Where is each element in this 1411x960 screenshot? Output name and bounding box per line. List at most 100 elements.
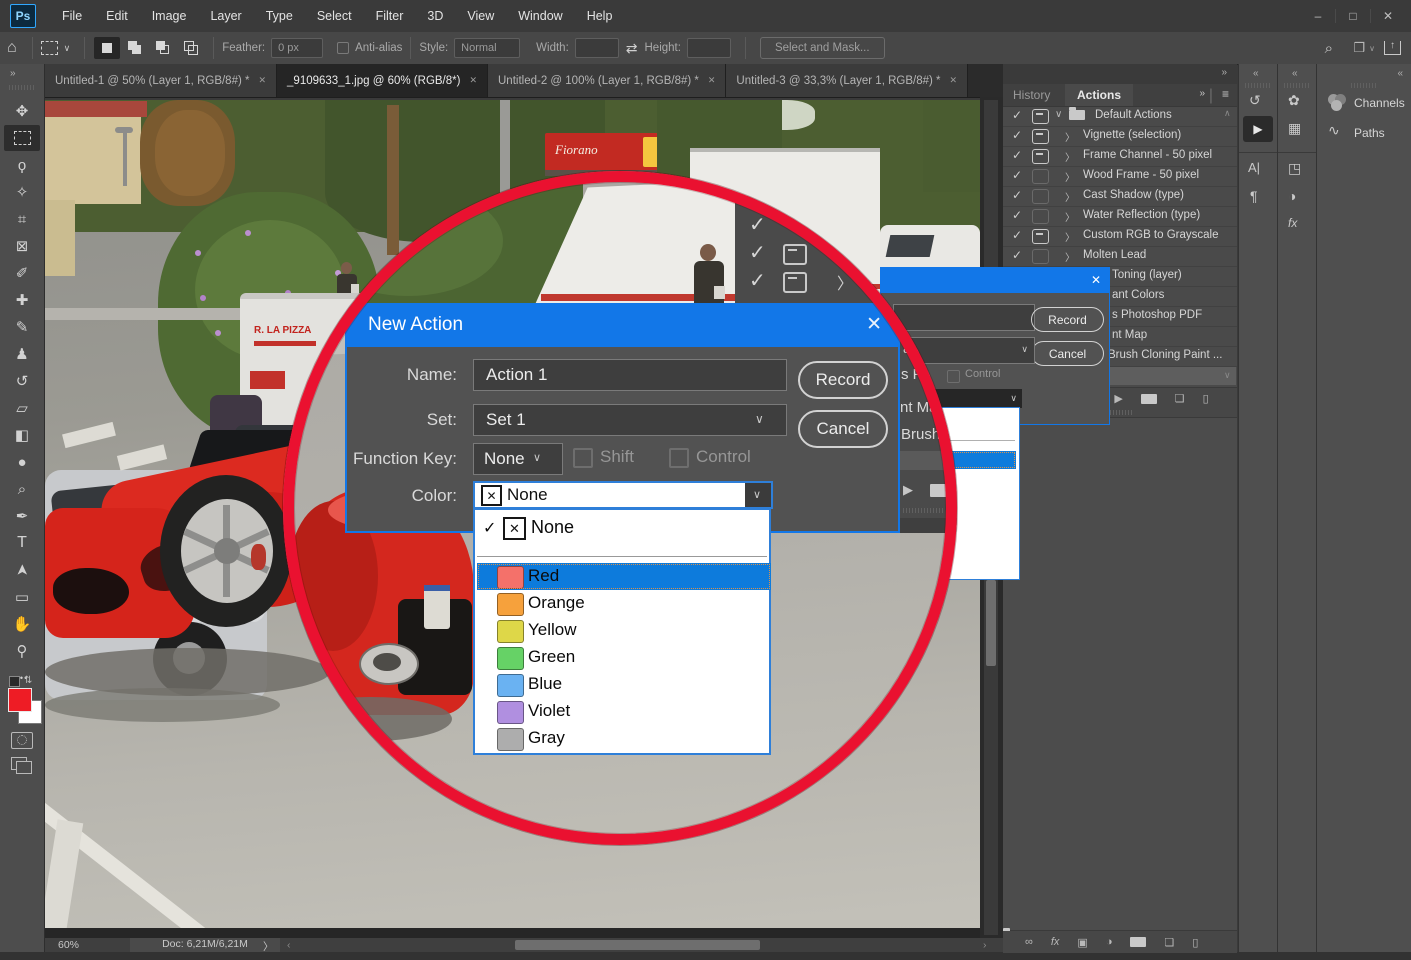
healing-brush-tool[interactable]: ✚ xyxy=(4,287,40,313)
panel-menu-arrows-icon[interactable]: » xyxy=(1199,88,1205,99)
tab-untitled-2[interactable]: Untitled-2 @ 100% (Layer 1, RGB/8#) *✕ xyxy=(488,64,726,97)
shape-tool[interactable]: ▭ xyxy=(4,584,40,610)
foreground-color-swatch[interactable] xyxy=(8,688,32,712)
check-icon[interactable]: ✓ xyxy=(1012,188,1022,202)
layer-mask-icon[interactable]: ▣ xyxy=(1077,936,1087,949)
chevron-right-icon[interactable]: 〉 xyxy=(1065,229,1075,244)
shift-checkbox[interactable] xyxy=(573,448,593,468)
delete-icon[interactable]: ▯ xyxy=(1203,392,1209,405)
action-row[interactable]: ✓ 〉 Frame Channel - 50 pixel xyxy=(1003,146,1237,167)
adjustment-icon[interactable]: ◑ xyxy=(1106,936,1113,948)
menu-window[interactable]: Window xyxy=(506,0,574,32)
tab-close-icon[interactable]: ✕ xyxy=(469,75,477,86)
adjustments-panel-icon[interactable]: ◑ xyxy=(1288,188,1296,204)
tab-9109633[interactable]: _9109633_1.jpg @ 60% (RGB/8*)✕ xyxy=(277,64,488,97)
tab-actions[interactable]: Actions xyxy=(1065,84,1133,106)
check-icon[interactable]: ✓ xyxy=(1012,168,1022,182)
tab-close-icon[interactable]: ✕ xyxy=(258,75,266,86)
check-icon[interactable]: ✓ xyxy=(1012,128,1022,142)
dialog-toggle-icon[interactable] xyxy=(1032,109,1049,124)
menu-type[interactable]: Type xyxy=(254,0,305,32)
rectangular-marquee-tool[interactable] xyxy=(4,125,40,151)
antialias-checkbox[interactable] xyxy=(337,42,349,54)
function-key-select[interactable]: None xyxy=(473,443,563,475)
chevron-right-icon[interactable]: 〉 xyxy=(1065,149,1075,164)
path-selection-tool[interactable]: ➤ xyxy=(9,552,35,588)
subtract-selection-mode[interactable] xyxy=(150,37,176,59)
action-row[interactable]: ✓ 〉 Water Reflection (type) xyxy=(1003,206,1237,227)
color-option-yellow[interactable]: Yellow xyxy=(477,617,771,644)
action-row[interactable]: ✓ ∨ Default Actions xyxy=(1003,106,1237,127)
toolbar-collapse-icon[interactable]: » xyxy=(10,68,16,79)
color-option-blue[interactable]: Blue xyxy=(477,671,771,698)
new-set-folder-icon[interactable] xyxy=(1141,394,1157,404)
dialog-toggle-icon[interactable] xyxy=(1032,129,1049,144)
width-input[interactable] xyxy=(575,38,619,58)
gradient-tool[interactable]: ◧ xyxy=(4,422,40,448)
quick-selection-tool[interactable]: ✧ xyxy=(4,179,40,205)
color-option-orange[interactable]: Orange xyxy=(477,590,771,617)
mag-dialog-close-icon[interactable]: ✕ xyxy=(866,313,882,336)
menu-select[interactable]: Select xyxy=(305,0,364,32)
zoom-level[interactable]: 60% xyxy=(58,939,79,951)
dialog-toggle-icon[interactable] xyxy=(1032,229,1049,244)
chevron-down-icon[interactable]: ∨ xyxy=(1055,109,1062,120)
eyedropper-tool[interactable]: ✐ xyxy=(4,260,40,286)
trash-icon[interactable]: ▯ xyxy=(1192,936,1198,949)
search-icon[interactable]: ⌕ xyxy=(1325,40,1333,57)
tab-history[interactable]: History xyxy=(1013,84,1050,106)
dialog-toggle-icon[interactable] xyxy=(1032,149,1049,164)
panel-menu-icon[interactable]: ≡ xyxy=(1222,87,1229,101)
tool-preset-chevron-icon[interactable]: ∨ xyxy=(64,43,71,54)
select-and-mask-button[interactable]: Select and Mask... xyxy=(760,37,885,59)
dialog-toggle-icon[interactable] xyxy=(1032,209,1049,224)
history-brush-tool[interactable]: ↺ xyxy=(4,368,40,394)
name-field[interactable]: Action 1 xyxy=(473,359,787,391)
history-panel-icon[interactable]: ↺ xyxy=(1249,92,1261,109)
link-icon[interactable]: ∞ xyxy=(1025,936,1033,948)
check-icon[interactable]: ✓ xyxy=(1012,248,1022,262)
style-select[interactable]: Normal xyxy=(454,38,520,58)
check-icon[interactable]: ✓ xyxy=(1012,208,1022,222)
tab-close-icon[interactable]: ✕ xyxy=(950,75,958,86)
screen-mode-icon[interactable] xyxy=(11,757,27,770)
action-row[interactable]: ✓ 〉 Molten Lead xyxy=(1003,246,1237,267)
chevron-right-icon[interactable]: 〉 xyxy=(1065,129,1075,144)
paragraph-panel-icon[interactable]: ¶ xyxy=(1250,188,1258,204)
record-button[interactable]: Record xyxy=(798,361,888,399)
zoom-tool[interactable]: ⚲ xyxy=(4,638,40,664)
chevron-right-icon[interactable]: 〉 xyxy=(1065,249,1075,264)
minimize-icon[interactable]: – xyxy=(1301,9,1335,23)
mag-color-dropdown-list[interactable]: ✓ ✕ None Red Orange Yellow Green xyxy=(473,508,771,755)
menu-edit[interactable]: Edit xyxy=(94,0,140,32)
menu-3d[interactable]: 3D xyxy=(415,0,455,32)
libraries-panel-icon[interactable]: ◳ xyxy=(1288,160,1301,177)
scrollbar-thumb[interactable] xyxy=(986,580,996,666)
action-row[interactable]: ✓ 〉 Vignette (selection) xyxy=(1003,126,1237,147)
scroll-down-icon[interactable]: ∨ xyxy=(1224,370,1231,381)
swap-dimensions-icon[interactable]: ⇄ xyxy=(626,40,638,57)
action-row[interactable]: ✓ 〉 Custom RGB to Grayscale xyxy=(1003,226,1237,247)
color-option-green[interactable]: Green xyxy=(477,644,771,671)
horizontal-scrollbar-thumb[interactable] xyxy=(515,940,760,950)
color-panel-icon[interactable]: ✿ xyxy=(1288,92,1300,109)
paths-panel-item[interactable]: Paths xyxy=(1354,126,1385,140)
scroll-up-icon[interactable]: ∧ xyxy=(1224,108,1231,119)
menu-filter[interactable]: Filter xyxy=(364,0,416,32)
menu-layer[interactable]: Layer xyxy=(198,0,253,32)
intersect-selection-mode[interactable] xyxy=(178,37,204,59)
dialog-toggle-icon[interactable] xyxy=(1032,249,1049,264)
brush-tool[interactable]: ✎ xyxy=(4,314,40,340)
clone-stamp-tool[interactable]: ♟ xyxy=(4,341,40,367)
dialog-toggle-icon[interactable] xyxy=(1032,189,1049,204)
styles-panel-icon[interactable]: fx xyxy=(1288,216,1297,230)
pen-tool[interactable]: ✒ xyxy=(4,503,40,529)
dialog-toggle-icon[interactable] xyxy=(1032,169,1049,184)
collapse-icon[interactable]: « xyxy=(1253,68,1259,79)
marquee-tool-icon[interactable] xyxy=(41,41,58,55)
cancel-button[interactable]: Cancel xyxy=(798,410,888,448)
menu-help[interactable]: Help xyxy=(575,0,625,32)
hand-tool[interactable]: ✋ xyxy=(4,611,40,637)
check-icon[interactable]: ✓ xyxy=(1012,228,1022,242)
mag-dialog-title-bar[interactable]: New Action ✕ xyxy=(345,303,900,347)
